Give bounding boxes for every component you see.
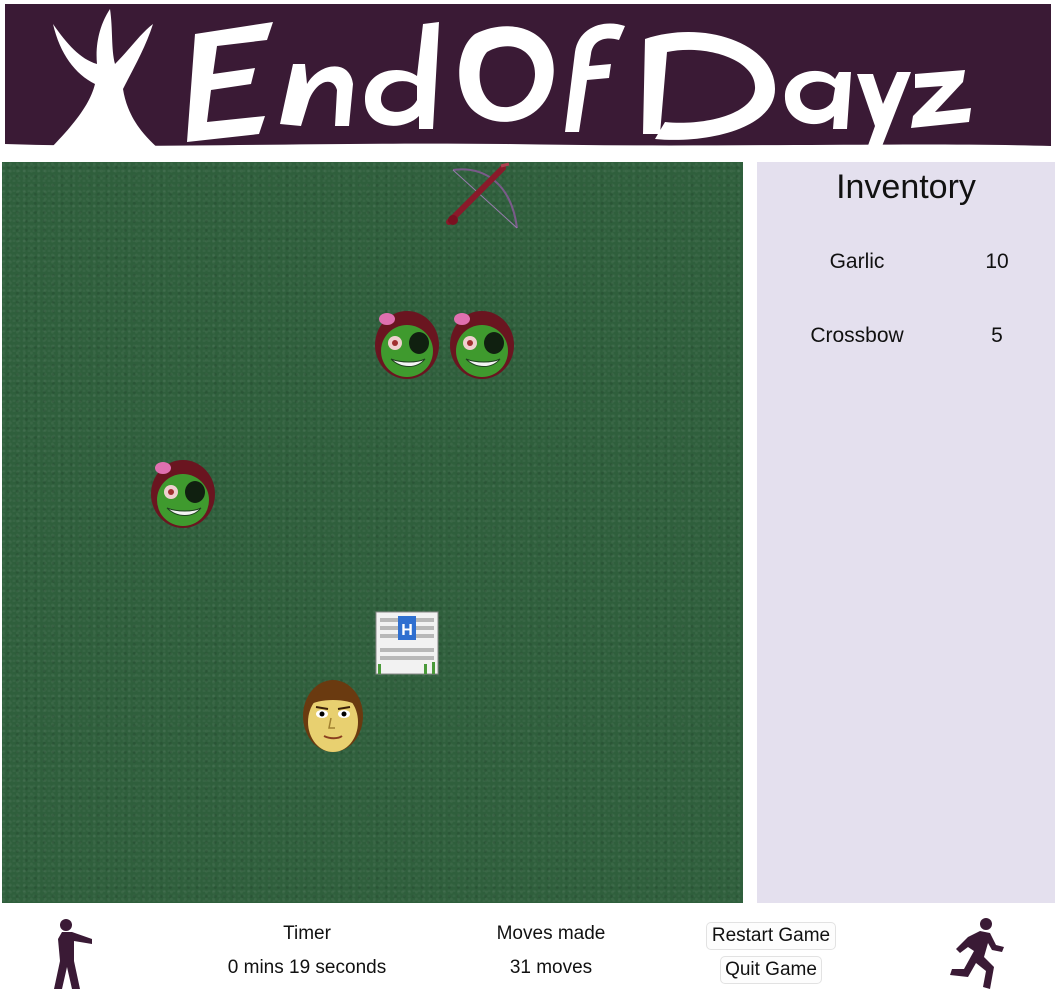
- game-banner: [5, 4, 1051, 154]
- hospital[interactable]: H: [372, 608, 442, 678]
- zombie-2[interactable]: [444, 305, 520, 381]
- inventory-item-name: Garlic: [829, 250, 885, 273]
- game-footer: Timer 0 mins 19 seconds Moves made 31 mo…: [0, 905, 1062, 990]
- inventory-row: Garlic 10: [757, 250, 1057, 280]
- quit-game-button[interactable]: Quit Game: [720, 956, 822, 984]
- inventory-item-name: Crossbow: [810, 324, 904, 347]
- running-man-icon: [950, 918, 1004, 989]
- zombie-icon: [450, 311, 514, 379]
- zombie-3[interactable]: [145, 454, 221, 530]
- timer-label: Timer: [283, 923, 331, 944]
- timer: Timer 0 mins 19 seconds: [200, 917, 414, 985]
- hospital-icon: H: [375, 611, 439, 675]
- moves-value: 31 moves: [509, 957, 593, 978]
- inventory-title: Inventory: [836, 168, 976, 206]
- moves-counter: Moves made 31 moves: [470, 917, 632, 985]
- zombie-icon: [375, 311, 439, 379]
- hospital-sign: H: [401, 622, 413, 639]
- game-board[interactable]: H: [2, 162, 743, 903]
- crossbow-icon: [446, 162, 518, 229]
- end-of-dayz-logo: [5, 9, 1051, 154]
- restart-game-button[interactable]: Restart Game: [706, 922, 836, 950]
- timer-value: 0 mins 19 seconds: [227, 957, 387, 978]
- inventory-item-count: 10: [985, 250, 1009, 273]
- zombie-icon: [151, 460, 215, 528]
- inventory-item-count: 5: [991, 324, 1003, 347]
- player[interactable]: [298, 676, 368, 756]
- moves-label: Moves made: [496, 923, 606, 944]
- crossbow-item[interactable]: [443, 162, 523, 234]
- zombie-silhouette-icon: [54, 919, 92, 989]
- zombie-1[interactable]: [369, 305, 445, 381]
- inventory-row: Crossbow 5: [757, 324, 1057, 354]
- player-icon: [303, 680, 363, 752]
